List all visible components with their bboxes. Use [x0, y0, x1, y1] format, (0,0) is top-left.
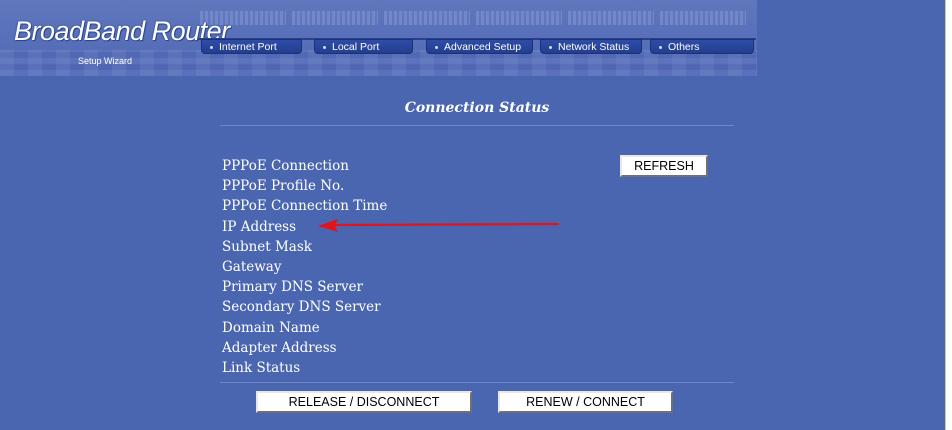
refresh-button[interactable]: REFRESH — [620, 155, 708, 177]
header-watermark — [200, 11, 757, 25]
tab-others[interactable]: Others — [650, 39, 754, 54]
bullet-icon — [323, 45, 326, 49]
field-pppoe-connection-time: PPPoE Connection Time — [222, 198, 388, 215]
router-page: BroadBand Router Setup Wizard Internet P… — [0, 0, 946, 430]
field-domain-name: Domain Name — [222, 319, 320, 336]
tab-label: Others — [668, 41, 700, 53]
field-secondary-dns: Secondary DNS Server — [222, 299, 381, 316]
field-pppoe-connection: PPPoE Connection — [222, 158, 349, 174]
tab-label: Advanced Setup — [444, 41, 522, 53]
tab-internet-port[interactable]: Internet Port — [201, 39, 302, 54]
divider-bottom — [220, 382, 734, 383]
tab-network-status[interactable]: Network Status — [540, 39, 642, 54]
tab-local-port[interactable]: Local Port — [314, 39, 413, 54]
field-gateway: Gateway — [222, 258, 282, 275]
renew-connect-button[interactable]: RENEW / CONNECT — [498, 391, 673, 413]
divider-top — [220, 125, 734, 126]
tab-label: Internet Port — [219, 41, 277, 53]
tab-advanced-setup[interactable]: Advanced Setup — [426, 39, 533, 54]
field-adapter-address: Adapter Address — [222, 339, 337, 356]
bullet-icon — [659, 45, 662, 49]
setup-wizard-label: Setup Wizard — [78, 56, 133, 66]
header-banner: BroadBand Router Setup Wizard Internet P… — [0, 0, 757, 76]
field-subnet-mask: Subnet Mask — [222, 238, 312, 255]
tab-label: Local Port — [332, 41, 380, 53]
release-disconnect-button[interactable]: RELEASE / DISCONNECT — [256, 391, 472, 413]
page-title: Connection Status — [404, 100, 550, 116]
bullet-icon — [435, 45, 438, 49]
tab-label: Network Status — [558, 41, 630, 53]
status-field-list: PPPoE Connection PPPoE Profile No. PPPoE… — [222, 156, 387, 378]
field-pppoe-profile-no: PPPoE Profile No. — [222, 178, 345, 195]
field-link-status: Link Status — [222, 359, 301, 376]
red-arrow-icon — [318, 219, 560, 232]
logo: BroadBand Router — [14, 16, 230, 46]
bullet-icon — [210, 45, 213, 49]
bullet-icon — [549, 45, 552, 49]
field-primary-dns: Primary DNS Server — [222, 279, 364, 296]
